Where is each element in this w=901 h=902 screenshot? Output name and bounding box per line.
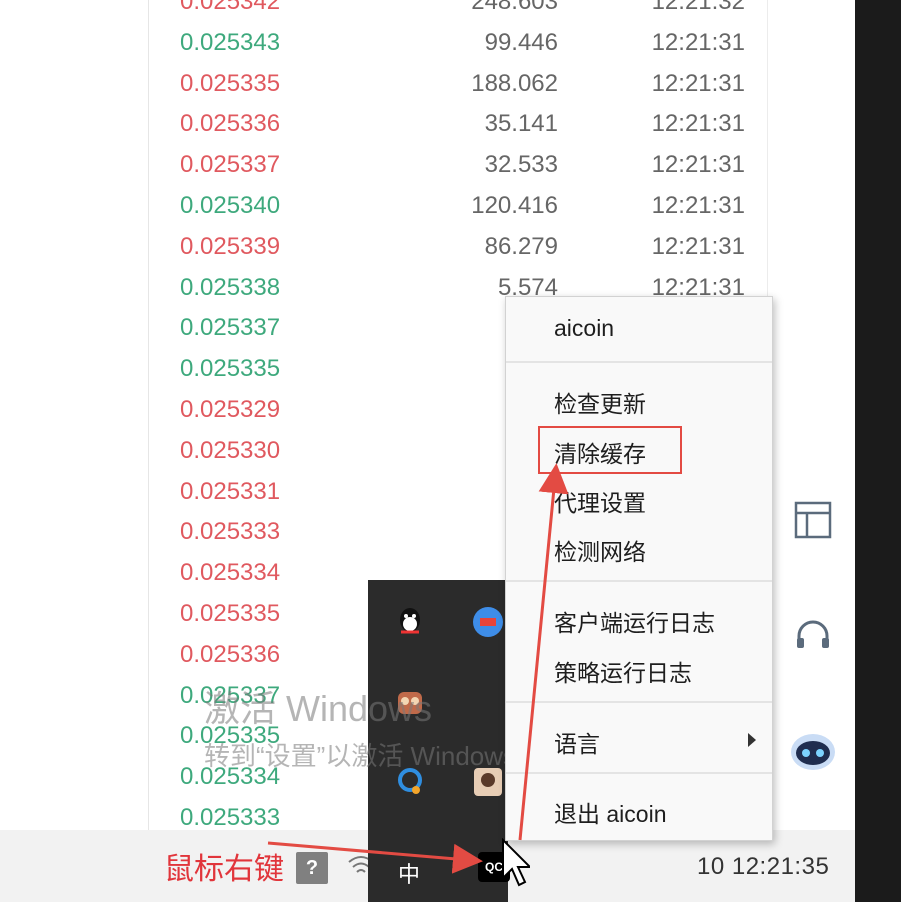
trade-price: 0.025337: [180, 151, 281, 179]
trade-time: 12:21:31: [651, 232, 745, 260]
owl-tray-icon[interactable]: [392, 684, 428, 720]
menu-item-label: 检查更新: [554, 391, 646, 417]
trade-amount: 86.279: [484, 232, 558, 260]
menu-item-label: 策略运行日志: [554, 660, 692, 686]
trade-time: 12:21:31: [651, 192, 745, 219]
menu-item-quit[interactable]: 退出 aicoin: [506, 787, 772, 831]
taskbar-clock[interactable]: 10 12:21:35: [697, 853, 829, 881]
trade-price: 0.025336: [180, 640, 281, 668]
right-rail: [771, 480, 855, 790]
trade-price: 0.025335: [180, 69, 281, 97]
tray-context-menu: aicoin 检查更新 清除缓存 代理设置 检测网络 客户端运行日志 策略运行日…: [505, 296, 773, 841]
trade-amount: 99.446: [484, 28, 558, 56]
trade-price: 0.025333: [180, 518, 281, 546]
trade-time: 12:21:31: [651, 69, 745, 97]
menu-item-label: 客户端运行日志: [554, 610, 715, 636]
trade-price: 0.025329: [180, 396, 281, 423]
headset-icon[interactable]: [793, 616, 833, 656]
trade-row: 0.025339 86.279 12:21:31: [150, 227, 765, 268]
app-tray-icon[interactable]: [470, 604, 506, 640]
map-tray-icon[interactable]: [392, 764, 428, 800]
menu-item-client-log[interactable]: 客户端运行日志: [506, 596, 772, 640]
trade-row: 0.025336 35.141 12:21:31: [150, 104, 765, 145]
menu-item-label: aicoin: [554, 315, 615, 341]
ime-indicator[interactable]: 中: [398, 857, 420, 889]
menu-item-strategy-log[interactable]: 策略运行日志: [506, 646, 772, 690]
trade-row: 0.025340 120.416 12:21:31: [150, 186, 765, 227]
menu-item-check-update[interactable]: 检查更新: [506, 377, 772, 421]
trade-price: 0.025334: [180, 763, 281, 791]
menu-separator: [506, 580, 772, 582]
trade-row: 0.025343 99.446 12:21:31: [150, 23, 765, 64]
trade-price: 0.025337: [180, 314, 281, 342]
trade-time: 12:21:32: [651, 0, 745, 15]
menu-separator: [506, 772, 772, 774]
trade-time: 12:21:31: [651, 28, 745, 56]
trade-row: 0.025337 32.533 12:21:31: [150, 145, 765, 186]
submenu-arrow-icon: [748, 733, 756, 747]
trade-price: 0.025333: [180, 804, 281, 831]
menu-item-aicoin[interactable]: aicoin: [506, 307, 772, 351]
menu-item-label: 检测网络: [554, 539, 646, 565]
qq-icon[interactable]: [392, 604, 428, 640]
robot-icon[interactable]: [789, 728, 837, 772]
layout-icon[interactable]: [793, 500, 833, 540]
trade-amount: 248.603: [471, 0, 558, 15]
menu-item-network-check[interactable]: 检测网络: [506, 525, 772, 569]
menu-separator: [506, 361, 772, 363]
trade-row: 0.025342 248.603 12:21:32: [150, 0, 765, 23]
trade-price: 0.025340: [180, 192, 281, 219]
window-frame-edge: [855, 0, 901, 902]
menu-item-label: 语言: [554, 731, 600, 757]
highlight-box: [538, 426, 682, 474]
trade-price: 0.025334: [180, 559, 281, 587]
trade-price: 0.025339: [180, 232, 281, 260]
mouse-cursor-icon: [502, 838, 530, 887]
trade-amount: 188.062: [471, 69, 558, 97]
trade-price: 0.025342: [180, 0, 281, 15]
trade-time: 12:21:31: [651, 110, 745, 138]
trade-price: 0.025337: [180, 681, 281, 709]
menu-item-label: 代理设置: [554, 490, 646, 516]
trade-price: 0.025343: [180, 28, 281, 56]
avatar-tray-icon[interactable]: [470, 764, 506, 800]
menu-item-label: 退出 aicoin: [554, 801, 667, 827]
trade-amount: 35.141: [484, 110, 558, 138]
trade-price: 0.025335: [180, 600, 281, 627]
trade-price: 0.025331: [180, 477, 281, 505]
trade-amount: 120.416: [471, 192, 558, 219]
trade-time: 12:21:31: [651, 151, 745, 179]
trade-price: 0.025335: [180, 355, 281, 383]
trade-amount: 32.533: [484, 151, 558, 179]
panel-left-border: [148, 0, 149, 830]
trade-price: 0.025335: [180, 722, 281, 750]
annotation-label: 鼠标右键: [164, 853, 284, 886]
trade-price: 0.025330: [180, 436, 281, 464]
menu-item-language[interactable]: 语言: [506, 717, 772, 761]
menu-separator: [506, 701, 772, 703]
trade-row: 0.025335 188.062 12:21:31: [150, 64, 765, 105]
help-icon[interactable]: ?: [296, 852, 328, 884]
trade-price: 0.025336: [180, 110, 281, 138]
menu-item-proxy-settings[interactable]: 代理设置: [506, 476, 772, 520]
trade-price: 0.025338: [180, 273, 281, 301]
